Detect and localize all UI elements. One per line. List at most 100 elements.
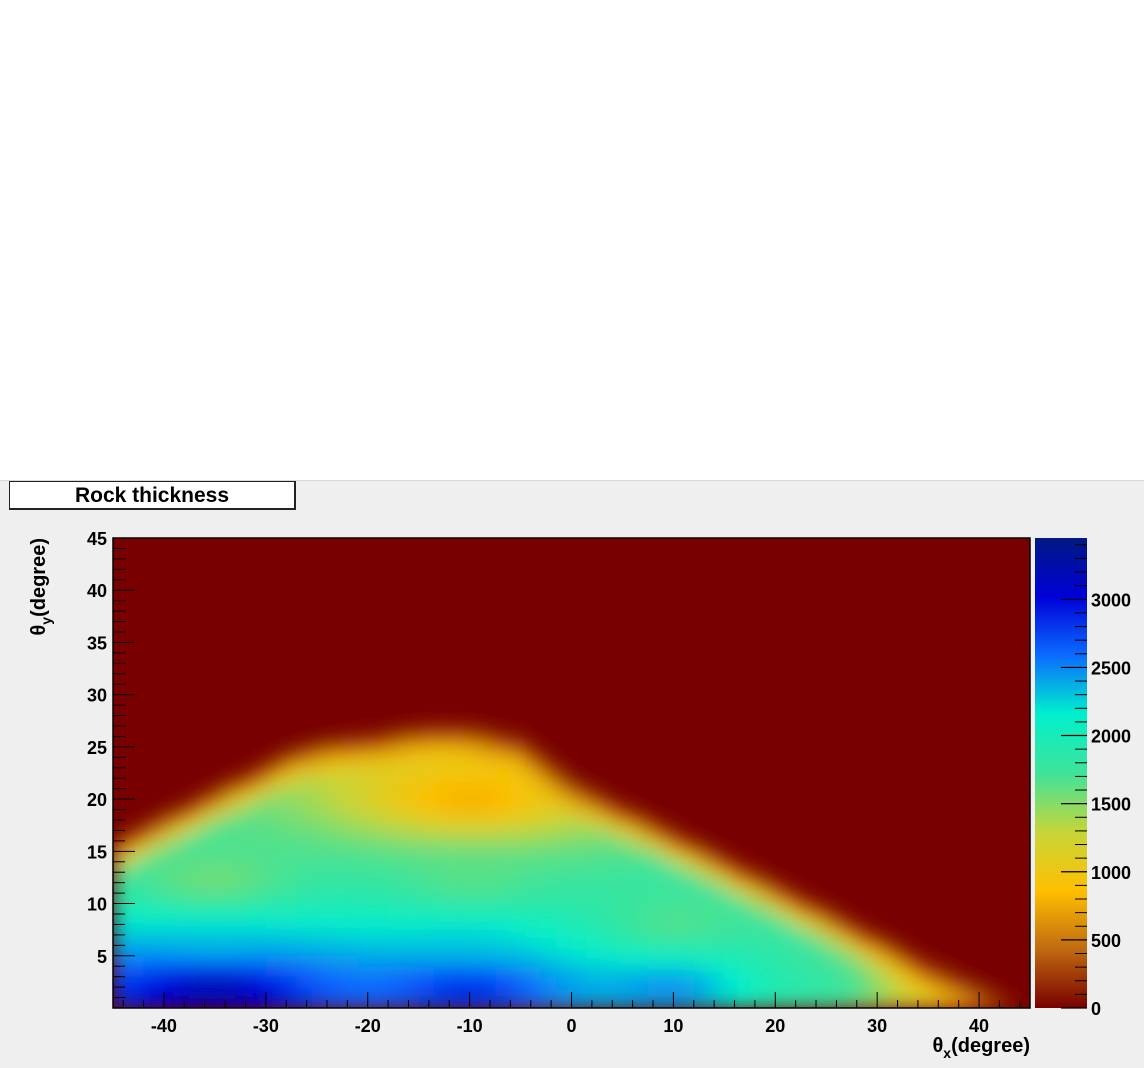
- heatmap-cell: [739, 914, 756, 926]
- heatmap-cell: [449, 767, 466, 779]
- heatmap-cell: [525, 872, 542, 884]
- heatmap-cell: [663, 934, 680, 946]
- heatmap-cell: [464, 757, 481, 769]
- heatmap-cell: [143, 955, 160, 967]
- heatmap-cell: [525, 830, 542, 842]
- heatmap-cell: [525, 914, 542, 926]
- heatmap-cell: [433, 934, 450, 946]
- heatmap-cell: [586, 799, 603, 811]
- heatmap-cell: [326, 767, 343, 779]
- heatmap-cell: [495, 945, 511, 957]
- heatmap-cell: [693, 945, 710, 957]
- heatmap-cell: [113, 914, 129, 926]
- heatmap-cell: [418, 872, 435, 884]
- heatmap-cell: [632, 840, 649, 852]
- heatmap-cell: [540, 809, 557, 821]
- heatmap-cell: [342, 799, 359, 811]
- heatmap-cell: [403, 799, 420, 811]
- heatmap-cell: [143, 997, 160, 1008]
- heatmap-cell: [678, 893, 695, 905]
- heatmap-cell: [770, 976, 787, 988]
- heatmap-cell: [846, 976, 863, 988]
- heatmap-cell: [265, 893, 282, 905]
- heatmap-cell: [632, 809, 649, 821]
- heatmap-cell: [418, 882, 435, 894]
- heatmap-cell: [693, 840, 710, 852]
- heatmap-cell: [311, 788, 328, 800]
- heatmap-cell: [250, 966, 267, 978]
- heatmap-cell: [739, 987, 756, 999]
- y-label-unit: (degree): [28, 538, 50, 617]
- heatmap-cell: [495, 830, 511, 842]
- heatmap-cell: [571, 945, 588, 957]
- heatmap-cell: [586, 893, 603, 905]
- heatmap-cell: [602, 997, 618, 1008]
- heatmap-cell: [479, 778, 496, 790]
- heatmap-cell: [525, 778, 542, 790]
- heatmap-cell: [479, 830, 496, 842]
- heatmap-cell: [754, 976, 771, 988]
- heatmap-cell: [571, 882, 588, 894]
- heatmap-cell: [311, 746, 328, 758]
- heatmap-cell: [357, 851, 374, 863]
- heatmap-cell: [892, 945, 909, 957]
- heatmap-cell: [296, 851, 313, 863]
- heatmap-cell: [540, 820, 557, 832]
- heatmap-cell: [403, 945, 420, 957]
- heatmap-cell: [128, 987, 145, 999]
- y-tick-label: 5: [97, 947, 107, 967]
- heatmap-cell: [571, 914, 588, 926]
- heatmap-cell: [739, 945, 756, 957]
- heatmap-cell: [632, 903, 649, 915]
- heatmap-cell: [663, 851, 680, 863]
- heatmap-cell: [479, 882, 496, 894]
- heatmap-cell: [296, 893, 313, 905]
- heatmap-cell: [495, 788, 511, 800]
- heatmap-cell: [846, 997, 863, 1008]
- heatmap-cell: [113, 893, 129, 905]
- heatmap-cell: [235, 914, 252, 926]
- heatmap-cell: [877, 934, 894, 946]
- heatmap-cell: [678, 934, 695, 946]
- heatmap-cell: [296, 788, 313, 800]
- heatmap-cell: [709, 976, 725, 988]
- heatmap-cell: [326, 903, 343, 915]
- heatmap-cell: [158, 966, 175, 978]
- heatmap-cell: [754, 997, 771, 1008]
- heatmap-cell: [449, 934, 466, 946]
- heatmap-cell: [556, 945, 573, 957]
- heatmap-cell: [281, 903, 297, 915]
- heatmap-cell: [632, 997, 649, 1008]
- heatmap-cell: [663, 955, 680, 967]
- heatmap-cell: [861, 987, 878, 999]
- heatmap-cell: [265, 987, 282, 999]
- heatmap-cell: [754, 987, 771, 999]
- heatmap-cell: [403, 976, 420, 988]
- heatmap-cell: [403, 987, 420, 999]
- heatmap-cell: [372, 976, 389, 988]
- heatmap-cell: [540, 799, 557, 811]
- heatmap-cell: [449, 788, 466, 800]
- heatmap-cell: [265, 778, 282, 790]
- heatmap-cell: [709, 851, 725, 863]
- heatmap-cell: [281, 788, 297, 800]
- heatmap-cell: [693, 955, 710, 967]
- heatmap-cell: [235, 830, 252, 842]
- heatmap-cell: [342, 987, 359, 999]
- heatmap-cell: [128, 830, 145, 842]
- heatmap-cell: [342, 903, 359, 915]
- heatmap-cell: [158, 945, 175, 957]
- heatmap-cell: [128, 851, 145, 863]
- heatmap-cell: [724, 924, 741, 936]
- heatmap-cell: [510, 840, 527, 852]
- heatmap-cell: [342, 882, 359, 894]
- heatmap-cell: [647, 830, 664, 842]
- heatmap-cell: [265, 809, 282, 821]
- heatmap-cell: [189, 809, 206, 821]
- heatmap-cell: [770, 914, 787, 926]
- heatmap-cell: [189, 976, 206, 988]
- heatmap-cell: [174, 955, 191, 967]
- heatmap-cell: [510, 987, 527, 999]
- heatmap-cell: [571, 997, 588, 1008]
- heatmap-cell: [372, 861, 389, 873]
